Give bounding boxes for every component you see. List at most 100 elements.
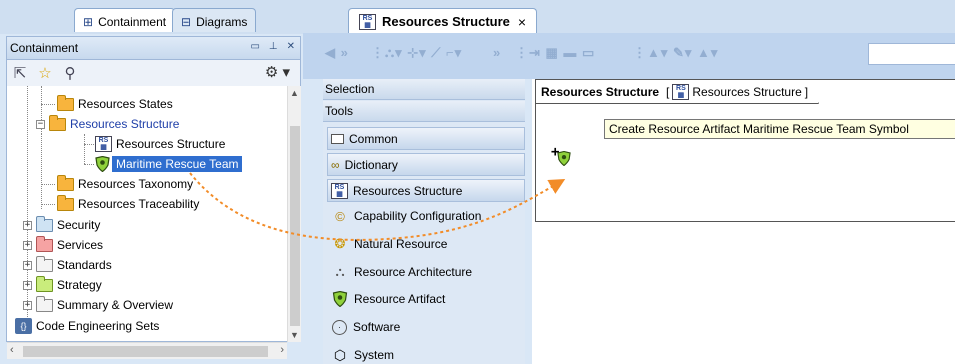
expand-icon[interactable]: + bbox=[23, 280, 32, 290]
palette-tools[interactable]: Tools bbox=[323, 101, 525, 122]
tree-node[interactable]: + Services bbox=[23, 235, 103, 255]
diagrams-tab-icon: ⊟ bbox=[181, 15, 192, 29]
scroll-thumb[interactable] bbox=[23, 346, 268, 357]
tree-node-label: Summary & Overview bbox=[57, 298, 174, 312]
folder-icon bbox=[36, 275, 53, 292]
software-icon: · bbox=[332, 319, 347, 335]
close-icon[interactable]: × bbox=[518, 14, 526, 30]
layout-icon[interactable]: ⋮⛬▾ ⊹▾ ⟋ ⌐▾ bbox=[371, 45, 462, 61]
expand-icon[interactable]: + bbox=[23, 260, 32, 270]
capability-configuration-icon: © bbox=[335, 208, 345, 224]
diagram-canvas[interactable]: Resources Structure [ RS ▦ Resources Stru… bbox=[532, 79, 955, 364]
palette-item-label: Software bbox=[353, 320, 401, 334]
expand-icon[interactable]: + bbox=[23, 220, 32, 230]
scroll-down-icon[interactable]: ▼ bbox=[290, 330, 299, 340]
folder-icon bbox=[57, 174, 74, 191]
tree-vertical-scrollbar[interactable]: ▲ ▼ bbox=[287, 86, 301, 342]
tree-node[interactable]: + Security bbox=[23, 215, 100, 235]
frame-label-name: Resources Structure bbox=[541, 84, 660, 99]
palette-tools-label: Tools bbox=[325, 104, 354, 118]
palette-group-common[interactable]: Common bbox=[327, 127, 525, 150]
palette-item-resource-artifact[interactable]: Resource Artifact bbox=[332, 287, 445, 311]
scroll-right-icon[interactable]: › bbox=[280, 344, 284, 356]
tab-containment-label: Containment bbox=[98, 15, 167, 29]
common-folder-icon bbox=[331, 133, 344, 144]
palette-group-resources-structure[interactable]: RS ▦ Resources Structure bbox=[327, 179, 525, 202]
system-icon: ⬡ bbox=[333, 346, 347, 363]
folder-icon bbox=[49, 114, 66, 131]
resource-artifact-icon bbox=[332, 291, 348, 307]
tree-node-label: Resources Structure bbox=[116, 137, 226, 151]
scroll-thumb[interactable] bbox=[290, 126, 300, 326]
restore-icon[interactable]: ▭ bbox=[250, 41, 259, 52]
tree-node-label: Resources Structure bbox=[70, 117, 180, 131]
tree-node-label: Resources Traceability bbox=[78, 197, 200, 211]
palette-group-label: Dictionary bbox=[344, 157, 398, 172]
tree-node[interactable]: + Summary & Overview bbox=[23, 295, 173, 315]
diagram-icon: RS ▦ bbox=[672, 83, 690, 100]
palette-group-dictionary[interactable]: ∞ Dictionary bbox=[327, 153, 525, 176]
resource-architecture-icon: ⛬ bbox=[335, 264, 345, 279]
tree-node[interactable]: {} Code Engineering Sets bbox=[15, 316, 159, 336]
palette-item-natural-resource[interactable]: ❂ Natural Resource bbox=[332, 232, 448, 256]
scroll-up-icon[interactable]: ▲ bbox=[290, 88, 299, 98]
palette-item-label: Natural Resource bbox=[354, 237, 448, 251]
palette-item-label: Capability Configuration bbox=[354, 209, 482, 223]
expand-icon[interactable]: + bbox=[23, 300, 32, 310]
tree-node[interactable]: Resources States bbox=[57, 94, 173, 114]
back-icon[interactable]: ◀ » bbox=[325, 45, 349, 61]
dictionary-icon: ∞ bbox=[331, 157, 340, 172]
diagram-frame-label: Resources Structure [ RS ▦ Resources Stru… bbox=[536, 80, 828, 104]
search-icon[interactable]: ⚲ bbox=[61, 64, 79, 82]
overflow-icon[interactable]: » bbox=[493, 45, 501, 61]
tree-node[interactable]: − Resources Structure bbox=[36, 114, 179, 134]
diagram-icon: RS ▦ bbox=[359, 13, 376, 30]
format-icon[interactable]: ⋮▲▾ ✎▾ ▲▾ bbox=[633, 45, 718, 61]
tooltip-text: Create Resource Artifact Maritime Rescue… bbox=[609, 122, 909, 136]
palette-item-resource-architecture[interactable]: ⛬ Resource Architecture bbox=[332, 260, 472, 284]
tab-diagrams-label: Diagrams bbox=[196, 15, 248, 29]
expand-icon[interactable]: + bbox=[23, 240, 32, 250]
tab-containment[interactable]: ⊞ Containment bbox=[74, 8, 176, 32]
palette-item-system[interactable]: ⬡ System bbox=[332, 343, 394, 364]
collapse-icon[interactable]: − bbox=[36, 119, 45, 129]
palette-item-capability-configuration[interactable]: © Capability Configuration bbox=[332, 204, 481, 228]
tree-node-label: Security bbox=[57, 218, 101, 232]
tree-node[interactable]: + Standards bbox=[23, 255, 112, 275]
tree-node[interactable]: Resources Traceability bbox=[57, 194, 199, 214]
tree-node-label: Strategy bbox=[57, 278, 102, 292]
containment-tree: Resources States − Resources Structure R… bbox=[6, 86, 301, 342]
star-icon[interactable]: ☆ bbox=[36, 64, 54, 82]
palette-group-label: Common bbox=[349, 131, 398, 146]
scroll-left-icon[interactable]: ‹ bbox=[10, 344, 14, 356]
palette-item-label: Resource Artifact bbox=[354, 292, 446, 306]
collapse-all-icon[interactable]: ⇱ bbox=[11, 64, 29, 82]
frame-label-diagram: Resources Structure bbox=[692, 84, 802, 99]
close-icon[interactable]: ✕ bbox=[287, 41, 295, 52]
toolbar-field[interactable] bbox=[868, 43, 955, 65]
panel-header: Containment ▭ ⊥ ✕ bbox=[6, 36, 301, 60]
tree-node-selected[interactable]: Maritime Rescue Team bbox=[95, 154, 243, 174]
arrange-icon[interactable]: ⋮⇥ ▦ ▬ ▭ bbox=[515, 45, 595, 61]
panel-toolbar: ⇱ ☆ ⚲ ⚙ ▾ bbox=[6, 60, 301, 86]
diagram-toolbar: ◀ » ⋮⛬▾ ⊹▾ ⟋ ⌐▾ » ⋮⇥ ▦ ▬ ▭ ⋮▲▾ ✎▾ ▲▾ bbox=[303, 33, 955, 79]
editor-tab[interactable]: RS ▦ Resources Structure × bbox=[348, 8, 537, 34]
natural-resource-icon: ❂ bbox=[334, 236, 346, 251]
diagram-icon: RS ▦ bbox=[331, 182, 348, 199]
palette-item-software[interactable]: · Software bbox=[332, 315, 400, 339]
palette-selection[interactable]: Selection bbox=[323, 79, 525, 100]
diagram-palette: Selection Tools Common ∞ Dictionary RS ▦ … bbox=[323, 79, 525, 364]
tree-node-label: Resources States bbox=[78, 97, 173, 111]
tree-node[interactable]: Resources Taxonomy bbox=[57, 174, 193, 194]
diagram-icon: RS ▦ bbox=[95, 136, 112, 152]
tree-node[interactable]: + Strategy bbox=[23, 275, 102, 295]
resource-artifact-icon bbox=[95, 156, 110, 172]
tab-diagrams[interactable]: ⊟ Diagrams bbox=[172, 8, 257, 32]
tree-node[interactable]: RS ▦ Resources Structure bbox=[95, 134, 225, 154]
diagram-editor: RS ▦ Resources Structure × ◀ » ⋮⛬▾ ⊹▾ ⟋ ⌐… bbox=[303, 0, 955, 364]
tree-node-label: Code Engineering Sets bbox=[36, 319, 160, 333]
pin-icon[interactable]: ⊥ bbox=[269, 41, 278, 52]
gear-icon[interactable]: ⚙ ▾ bbox=[265, 63, 290, 81]
tree-horizontal-scrollbar[interactable]: ‹ › bbox=[7, 342, 287, 359]
diagram-frame[interactable]: Resources Structure [ RS ▦ Resources Stru… bbox=[535, 79, 955, 222]
